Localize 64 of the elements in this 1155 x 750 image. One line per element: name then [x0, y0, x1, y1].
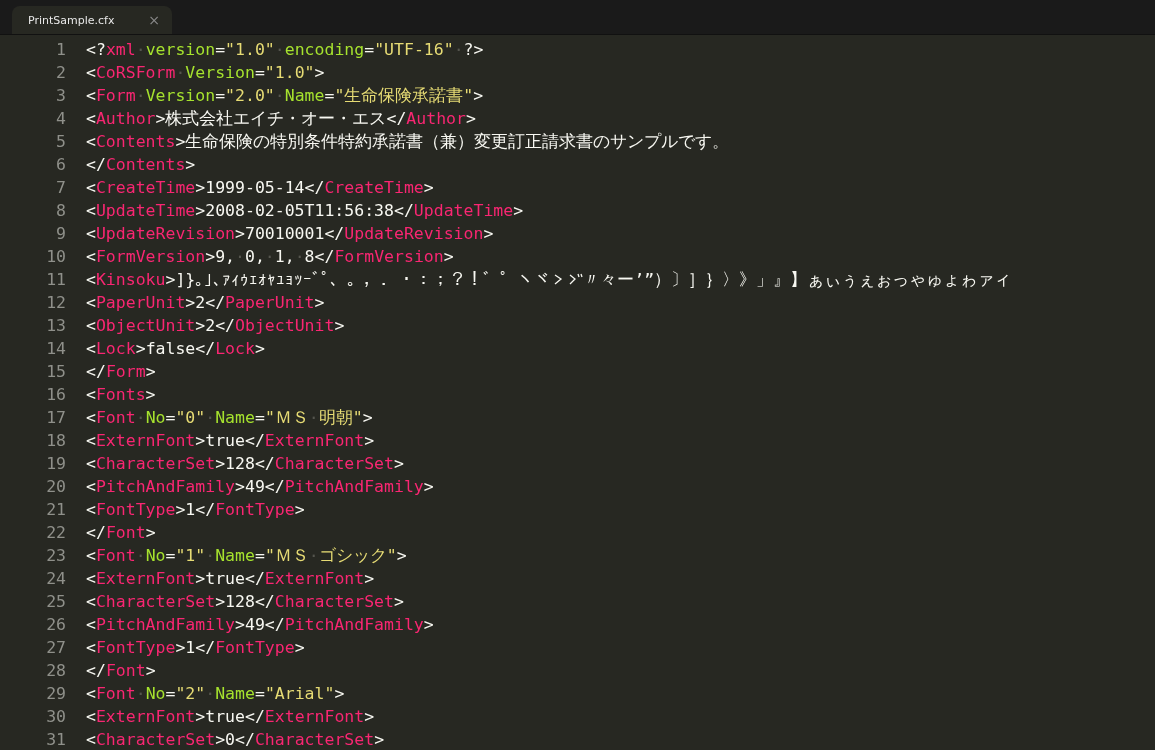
line-number: 1 [56, 39, 66, 61]
line-number: 5 [56, 131, 66, 153]
line-number: 19 [46, 453, 66, 475]
line-number: 16 [46, 384, 66, 406]
line-number: 24 [46, 568, 66, 590]
code-line: <FontType>1</FontType> [86, 499, 305, 521]
line-number: 12 [46, 292, 66, 314]
line-number: 31 [46, 729, 66, 750]
code-line: <Fonts> [86, 384, 156, 406]
file-tab[interactable]: PrintSample.cfx × [12, 6, 172, 34]
line-number: 6 [56, 154, 66, 176]
line-number: 4 [56, 108, 66, 130]
code-line: <ExternFont>true</ExternFont> [86, 430, 375, 452]
code-line: </Font> [86, 660, 156, 682]
line-number: 22 [46, 522, 66, 544]
line-number: 10 [46, 246, 66, 268]
code-line: <CharacterSet>128</CharacterSet> [86, 453, 404, 475]
line-number: 28 [46, 660, 66, 682]
line-number: 21 [46, 499, 66, 521]
code-line: <UpdateTime>2008-02-05T11:56:38</UpdateTime> [86, 200, 524, 222]
code-line: </Font> [86, 522, 156, 544]
code-line: <CharacterSet>128</CharacterSet> [86, 591, 404, 613]
code-line: <FontType>1</FontType> [86, 637, 305, 659]
code-line: <PitchAndFamily>49</PitchAndFamily> [86, 614, 434, 636]
code-line: <Font·No="0"·Name="ＭＳ·明朝"> [86, 407, 373, 429]
code-line: <Kinsoku>]}｡｣､ｧｨｩｪｫｬｭｮｯｰﾞﾟ、。，．・：；？！゛゜ヽヾ 〃々ー’”）〕］｝〉》」』】ぁぃぅぇぉっゃゅょゎァィ [86, 269, 1012, 291]
line-number: 15 [46, 361, 66, 383]
code-line: <ExternFont>true</ExternFont> [86, 706, 375, 728]
code-line: <CreateTime>1999-05-14</CreateTime> [86, 177, 434, 199]
code-line: <PaperUnit>2</PaperUnit> [86, 292, 325, 314]
code-line: <Lock>false</Lock> [86, 338, 265, 360]
line-number: 27 [46, 637, 66, 659]
code-line: <Font·No="1"·Name="ＭＳ·ゴシック"> [86, 545, 407, 567]
code-line: <?xml·version="1.0"·encoding="UTF-16"·?> [86, 39, 484, 61]
code-line: <CharacterSet>0</CharacterSet> [86, 729, 385, 750]
line-number: 17 [46, 407, 66, 429]
line-number: 18 [46, 430, 66, 452]
line-number: 30 [46, 706, 66, 728]
line-number: 29 [46, 683, 66, 705]
line-number: 13 [46, 315, 66, 337]
code-line: <UpdateRevision>70010001</UpdateRevision> [86, 223, 494, 245]
code-line: <Contents>生命保険の特別条件特約承諾書（兼）変更訂正請求書のサンプルです。 [86, 131, 730, 153]
line-number: 14 [46, 338, 66, 360]
code-line: </Contents> [86, 154, 196, 176]
code-line: <Font·No="2"·Name="Arial"> [86, 683, 345, 705]
line-number: 7 [56, 177, 66, 199]
line-number: 23 [46, 545, 66, 567]
line-number: 11 [46, 269, 66, 291]
line-number: 3 [56, 85, 66, 107]
close-icon[interactable]: × [148, 12, 160, 28]
code-line: <ExternFont>true</ExternFont> [86, 568, 375, 590]
code-line: <FormVersion>9,·0,·1,·8</FormVersion> [86, 246, 454, 268]
code-line: </Form> [86, 361, 156, 383]
line-number: 9 [56, 223, 66, 245]
line-number: 26 [46, 614, 66, 636]
line-number: 25 [46, 591, 66, 613]
line-number: 2 [56, 62, 66, 84]
code-line: <CoRSForm·Version="1.0"> [86, 62, 325, 84]
code-line: <PitchAndFamily>49</PitchAndFamily> [86, 476, 434, 498]
code-line: <Form·Version="2.0"·Name="生命保険承諾書"> [86, 85, 484, 107]
line-number: 8 [56, 200, 66, 222]
code-line: <ObjectUnit>2</ObjectUnit> [86, 315, 345, 337]
code-line: <Author>株式会社エイチ・オー・エス</Author> [86, 108, 476, 130]
line-number: 20 [46, 476, 66, 498]
